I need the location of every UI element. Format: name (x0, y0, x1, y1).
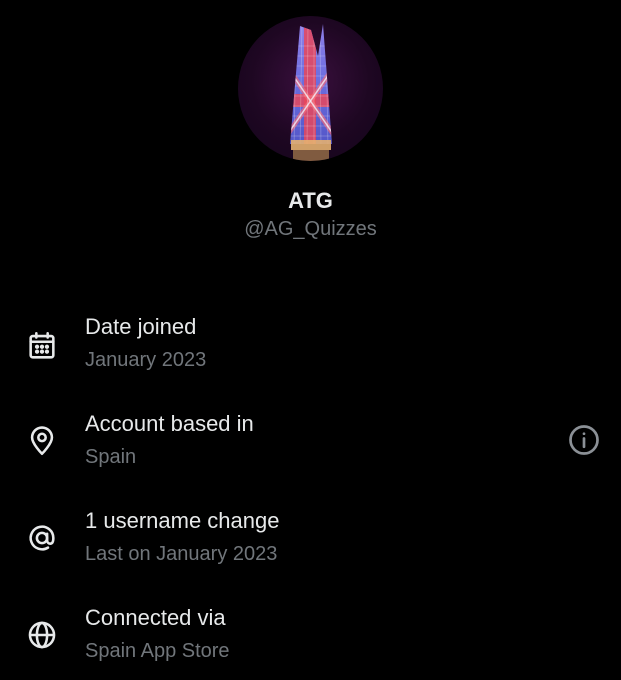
account-based-in-value: Spain (85, 446, 137, 468)
profile-handle: @AG_Quizzes (244, 218, 377, 240)
calendar-icon (25, 329, 59, 363)
location-pin-icon (25, 424, 59, 458)
date-joined-title: Date joined (85, 314, 197, 339)
about-account-screen: ATG @AG_Quizzes Date joined January 2023 (0, 0, 621, 680)
profile-avatar[interactable] (238, 16, 383, 161)
at-sign-icon (25, 521, 59, 555)
username-change-row: 1 username change Last on January 2023 (0, 507, 621, 587)
username-change-title: 1 username change (85, 508, 280, 533)
info-icon[interactable] (566, 422, 602, 458)
date-joined-row: Date joined January 2023 (0, 313, 621, 393)
date-joined-value: January 2023 (85, 349, 207, 371)
account-based-in-title: Account based in (85, 411, 254, 436)
username-change-value: Last on January 2023 (85, 543, 278, 565)
globe-icon (25, 618, 59, 652)
connected-via-value: Spain App Store (85, 640, 230, 662)
profile-display-name: ATG (288, 188, 333, 213)
connected-via-row: Connected via Spain App Store (0, 604, 621, 680)
avatar-shard-skyscraper-image (290, 24, 332, 161)
connected-via-title: Connected via (85, 605, 226, 630)
account-based-in-row: Account based in Spain (0, 410, 621, 490)
